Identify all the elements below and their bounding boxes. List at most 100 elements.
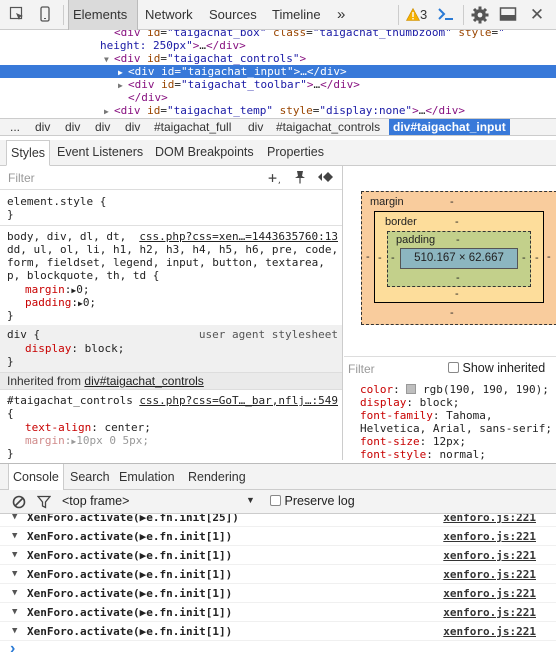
console-source-link[interactable]: xenforo.js:221 [443, 565, 536, 584]
tab-network[interactable]: Network [141, 0, 197, 30]
tab-sources[interactable]: Sources [205, 0, 261, 30]
element-style-selector[interactable]: element.style { [7, 195, 106, 208]
console-prompt-icon[interactable] [437, 6, 455, 24]
tab-event-listeners[interactable]: Event Listeners [53, 140, 147, 166]
css-property[interactable]: text-align: center; [25, 421, 151, 434]
padding-top-value[interactable]: - [456, 234, 460, 246]
css-property[interactable]: margin:▶0; [25, 283, 89, 296]
box-model-margin[interactable]: margin - - - - border - - - - padding - … [361, 191, 556, 325]
tab-dom-breakpoints[interactable]: DOM Breakpoints [151, 140, 258, 166]
dom-node-selected[interactable]: ▶ <div id="taigachat_input">…</div> [0, 65, 556, 78]
tab-elements[interactable]: Elements [68, 0, 138, 30]
css-property-value[interactable]: 0; [83, 296, 96, 309]
css-property-name[interactable]: margin [25, 434, 65, 447]
console-message[interactable]: ▼ XenForo.activate(▶e.fn.init[1]) xenforo.… [0, 546, 556, 565]
expand-triangle-icon[interactable]: ▼ [12, 514, 17, 527]
rule-source-link[interactable]: css.php?css=xen…=1443635760:13 [139, 230, 338, 243]
border-bottom-value[interactable]: - [455, 288, 459, 300]
tab-rendering[interactable]: Rendering [184, 464, 250, 490]
css-property-value[interactable]: center; [104, 421, 150, 434]
expand-triangle-icon[interactable]: ▼ [12, 546, 17, 565]
breadcrumb-item[interactable]: div [121, 119, 144, 135]
padding-right-value[interactable]: - [522, 252, 526, 264]
computed-property[interactable]: font-size: 12px; [360, 435, 556, 448]
box-model-padding[interactable]: padding - - - - 510.167 × 62.667 [387, 231, 531, 287]
device-mode-icon[interactable] [36, 6, 54, 24]
padding-left-value[interactable]: - [391, 252, 395, 264]
dom-node[interactable]: ▼ <div id="taigachat_controls"> [0, 52, 556, 65]
pin-icon[interactable] [294, 170, 306, 187]
css-property-value[interactable]: 0; [76, 283, 89, 296]
inherited-element-link[interactable]: div#taigachat_controls [84, 374, 203, 388]
css-property-value[interactable]: 10px 0 5px; [76, 434, 149, 447]
computed-property[interactable]: display: block; [360, 396, 556, 409]
padding-bottom-value[interactable]: - [456, 272, 460, 284]
tab-emulation[interactable]: Emulation [115, 464, 179, 490]
tab-properties[interactable]: Properties [263, 140, 328, 166]
console-message[interactable]: ▼ XenForo.activate(▶e.fn.init[1]) xenforo.… [0, 527, 556, 546]
expand-triangle-icon[interactable]: ▼ [12, 527, 17, 546]
close-icon[interactable]: ✕ [528, 6, 546, 24]
color-format-icon[interactable] [318, 171, 334, 186]
rule-selector[interactable]: form, fieldset, legend, input, button, t… [7, 256, 325, 269]
tab-timeline[interactable]: Timeline [268, 0, 325, 30]
rule-selector[interactable]: p, blockquote, th, td { [7, 269, 159, 282]
expand-triangle-icon[interactable]: ▼ [12, 584, 17, 603]
console-source-link[interactable]: xenforo.js:221 [443, 514, 536, 527]
computed-property[interactable]: color: rgb(190, 190, 190); [360, 383, 556, 396]
breadcrumb-item[interactable]: #taigachat_controls [272, 119, 384, 135]
plus-icon[interactable]: +, [268, 169, 282, 187]
color-swatch[interactable] [406, 384, 417, 394]
console-message[interactable]: ▼ XenForo.activate(▶e.fn.init[25]) xenforo… [0, 514, 556, 527]
dom-node[interactable]: height: 250px">…</div> [0, 39, 556, 52]
breadcrumb-item[interactable]: div [61, 119, 84, 135]
computed-property[interactable]: font-style: normal; [360, 448, 556, 460]
tab-console[interactable]: Console [8, 464, 64, 491]
border-left-value[interactable]: - [378, 252, 382, 264]
breadcrumb-item[interactable]: div#taigachat_input [389, 119, 510, 135]
border-top-value[interactable]: - [455, 216, 459, 228]
console-message[interactable]: ▼ XenForo.activate(▶e.fn.init[1]) xenforo.… [0, 603, 556, 622]
funnel-icon[interactable] [36, 495, 52, 512]
dock-icon[interactable] [499, 6, 517, 24]
rule-source-link[interactable]: css.php?css=GoT…_bar,nflj…:549 [139, 394, 338, 407]
margin-top-value[interactable]: - [450, 196, 454, 208]
css-property-name[interactable]: padding [25, 296, 71, 309]
more-tabs-button[interactable]: » [333, 0, 349, 30]
dom-node[interactable]: </div> [0, 91, 556, 104]
margin-right-value[interactable]: - [547, 251, 551, 263]
dom-node[interactable]: <div id="taigachat_box" class="taigachat… [0, 30, 556, 39]
breadcrumb-item[interactable]: div [91, 119, 114, 135]
computed-property[interactable]: font-family: Tahoma, [360, 409, 556, 422]
dom-node[interactable]: ▶ <div id="taigachat_temp" style="display… [0, 104, 556, 117]
console-source-link[interactable]: xenforo.js:221 [443, 584, 536, 603]
rule-selector[interactable]: body, div, dl, dt, [7, 230, 126, 243]
css-property-inactive[interactable]: margin:▶10px 0 5px; [25, 434, 149, 447]
rule-selector[interactable]: dd, ul, ol, li, h1, h2, h3, h4, h5, h6, … [7, 243, 338, 256]
box-model-content-size[interactable]: 510.167 × 62.667 [400, 248, 518, 269]
box-model-border[interactable]: border - - - - padding - - - - 510.167 ×… [374, 211, 544, 303]
chevron-down-icon[interactable]: ▼ [246, 495, 255, 505]
margin-bottom-value[interactable]: - [450, 307, 454, 319]
preserve-log-toggle[interactable]: Preserve log [270, 494, 355, 508]
gear-icon[interactable] [471, 6, 489, 24]
css-property-name[interactable]: text-align [25, 421, 91, 434]
console-source-link[interactable]: xenforo.js:221 [443, 603, 536, 622]
console-message[interactable]: ▼ XenForo.activate(▶e.fn.init[1]) xenforo.… [0, 584, 556, 603]
styles-filter-input[interactable]: Filter [8, 171, 35, 185]
tab-styles[interactable]: Styles [6, 140, 51, 166]
css-property-name[interactable]: margin [25, 283, 65, 296]
console-message[interactable]: ▼ XenForo.activate(▶e.fn.init[1]) xenforo.… [0, 565, 556, 584]
show-inherited-toggle[interactable]: Show inherited [448, 361, 545, 375]
show-inherited-checkbox[interactable] [448, 362, 459, 373]
preserve-log-checkbox[interactable] [270, 495, 281, 506]
collapse-triangle-icon[interactable]: ▶ [104, 105, 114, 118]
breadcrumb-item[interactable]: div [244, 119, 267, 135]
rule-selector[interactable]: div { [7, 328, 40, 341]
breadcrumb-item[interactable]: ... [6, 119, 24, 135]
border-right-value[interactable]: - [535, 252, 539, 264]
expand-triangle-icon[interactable]: ▼ [12, 603, 17, 622]
console-prompt[interactable]: › [0, 638, 556, 662]
dom-node[interactable]: ▶ <div id="taigachat_toolbar">…</div> [0, 78, 556, 91]
frame-select[interactable]: <top frame> [62, 494, 129, 508]
